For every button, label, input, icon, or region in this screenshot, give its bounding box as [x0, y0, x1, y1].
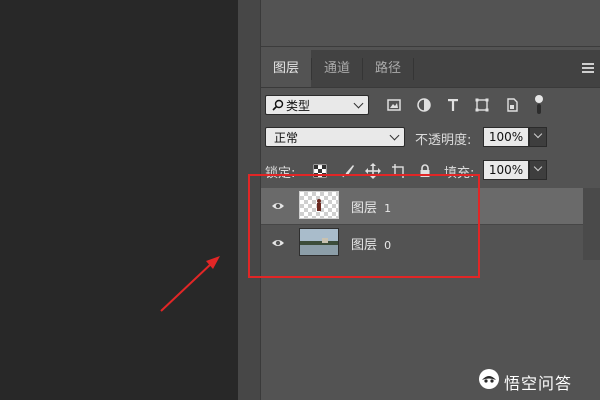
opacity-label: 不透明度:: [415, 133, 472, 148]
chevron-down-icon: [533, 129, 543, 139]
shape-filter-icon[interactable]: [474, 97, 490, 113]
filter-row: 类型: [261, 94, 600, 116]
type-filter-icon[interactable]: [445, 97, 461, 113]
filter-kind-label: 类型: [286, 99, 311, 113]
blend-row: 正常 不透明度: 100%: [261, 127, 600, 149]
blend-mode-dropdown[interactable]: 正常: [265, 127, 405, 147]
filter-toggle-icon[interactable]: [533, 94, 545, 116]
panel-tabs: 图层 通道 路径: [261, 50, 600, 88]
opacity-input[interactable]: 100%: [483, 127, 529, 147]
tab-separator: [413, 58, 414, 80]
panel-top-area: [261, 0, 600, 47]
chevron-down-icon: [389, 130, 400, 141]
watermark-logo-icon: [479, 369, 499, 389]
annotation-highlight-box: [248, 174, 480, 278]
chevron-down-icon: [353, 98, 364, 109]
canvas-area: [0, 0, 238, 400]
adjustment-filter-icon[interactable]: [416, 97, 432, 113]
tab-paths[interactable]: 路径: [363, 50, 413, 87]
opacity-dropdown-button[interactable]: [529, 127, 547, 147]
tab-layers[interactable]: 图层: [261, 50, 311, 87]
chevron-down-icon: [533, 162, 543, 172]
fill-dropdown-button[interactable]: [529, 160, 547, 180]
layers-scrollbar[interactable]: [583, 188, 600, 260]
panel-menu-icon[interactable]: [582, 63, 594, 73]
smart-object-filter-icon[interactable]: [504, 97, 520, 113]
tab-channels[interactable]: 通道: [312, 50, 362, 87]
watermark-text: 悟空问答: [504, 374, 573, 393]
image-filter-icon[interactable]: [386, 97, 402, 113]
blend-mode-value: 正常: [274, 131, 299, 145]
search-icon: [272, 99, 284, 111]
filter-kind-dropdown[interactable]: 类型: [265, 95, 369, 115]
fill-input[interactable]: 100%: [483, 160, 529, 180]
